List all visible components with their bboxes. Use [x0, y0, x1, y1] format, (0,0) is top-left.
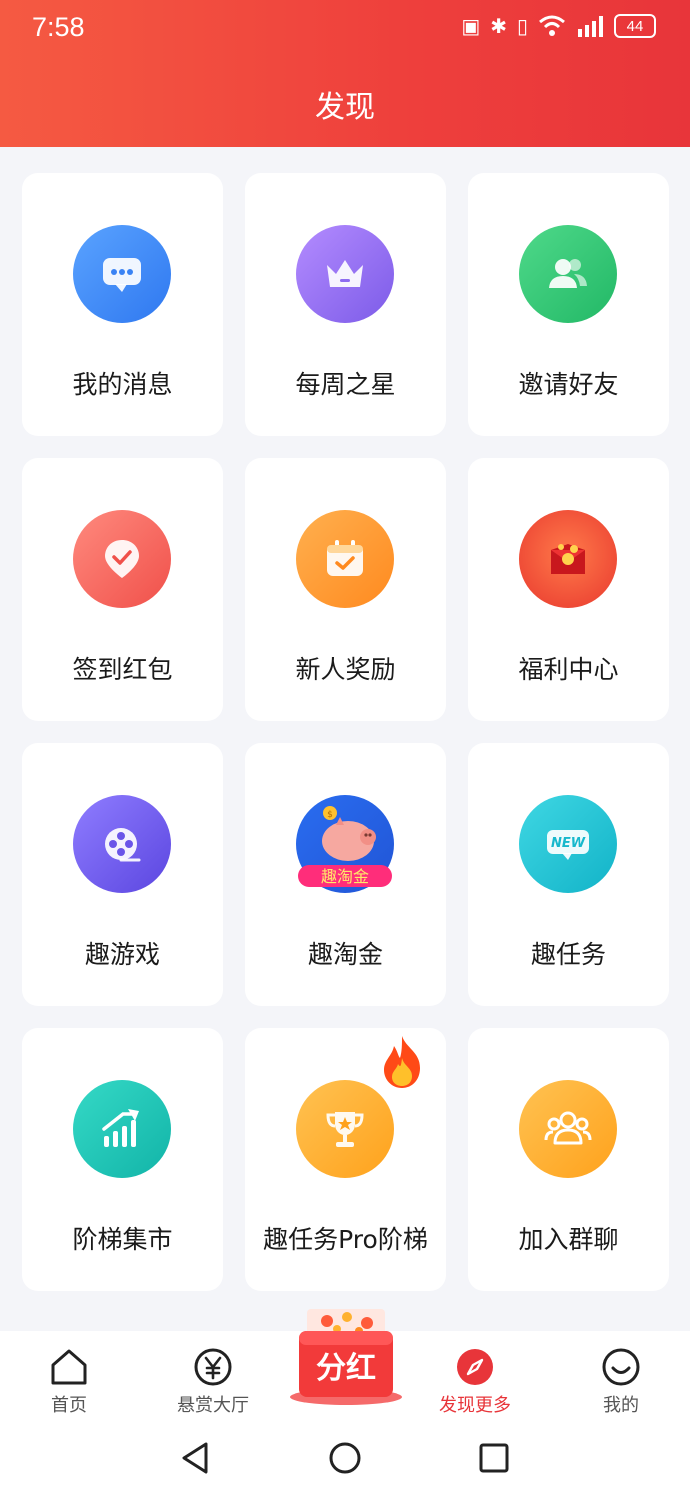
grid-item-newbie-reward[interactable]: 新人奖励 [245, 458, 446, 721]
tab-label: 发现更多 [439, 1395, 511, 1416]
feature-grid: 我的消息 每周之星 邀请好友 签到红包 新人奖励 福利中心 趣游戏 $ 趣淘金 … [22, 173, 669, 1291]
yen-icon [194, 1348, 232, 1386]
status-time: 7:58 [32, 12, 85, 42]
grid-item-label: 新人奖励 [295, 655, 396, 684]
dividend-button[interactable]: 分红 [289, 1305, 403, 1409]
red-envelope-icon [519, 510, 617, 608]
home-circle-icon[interactable] [325, 1438, 365, 1478]
crown-icon [296, 225, 394, 323]
grid-item-gold-digging[interactable]: $ 趣淘金 趣淘金 [245, 743, 446, 1006]
grid-item-label: 福利中心 [518, 655, 619, 684]
grid-item-welfare-center[interactable]: 福利中心 [468, 458, 669, 721]
grid-item-label: 我的消息 [72, 370, 173, 399]
system-navigation-bar [0, 1426, 690, 1486]
grid-item-label: 阶梯集市 [72, 1225, 173, 1254]
vibrate-icon: ▯ [516, 14, 528, 38]
grid-item-ladder-market[interactable]: 阶梯集市 [22, 1028, 223, 1291]
compass-icon [457, 1349, 493, 1385]
users-icon [519, 225, 617, 323]
status-bar: 7:58 ▣ ✱ ▯ 44 [0, 0, 690, 58]
grid-item-label: 每周之星 [295, 370, 396, 399]
bluetooth-icon: ✱ [490, 14, 507, 38]
grid-item-invite[interactable]: 邀请好友 [468, 173, 669, 436]
home-icon [51, 1349, 87, 1385]
grid-item-checkin[interactable]: 签到红包 [22, 458, 223, 721]
new-badge-icon: NEW [519, 795, 617, 893]
back-icon[interactable] [176, 1438, 216, 1478]
grid-item-fun-games[interactable]: 趣游戏 [22, 743, 223, 1006]
tab-label: 我的 [603, 1395, 639, 1416]
status-icons: ▣ ✱ ▯ 44 [461, 14, 656, 38]
grid-item-messages[interactable]: 我的消息 [22, 173, 223, 436]
page-title: 发现 [315, 90, 375, 125]
checkin-icon [73, 510, 171, 608]
grid-item-fun-tasks[interactable]: NEW 趣任务 [468, 743, 669, 1006]
growth-chart-icon [73, 1080, 171, 1178]
grid-item-label: 邀请好友 [518, 370, 619, 399]
tab-bounty-hall[interactable]: 悬赏大厅 [144, 1331, 282, 1426]
grid-item-join-group[interactable]: 加入群聊 [468, 1028, 669, 1291]
calendar-check-icon [296, 510, 394, 608]
smile-icon [602, 1348, 640, 1386]
piggy-bank-icon: $ 趣淘金 [296, 795, 394, 893]
recents-icon[interactable] [474, 1438, 514, 1478]
wifi-icon [539, 15, 565, 36]
chat-icon [73, 225, 171, 323]
tab-label: 首页 [51, 1395, 87, 1416]
piggy-badge-text: 趣淘金 [321, 867, 369, 886]
group-icon [519, 1080, 617, 1178]
signal-icon [578, 16, 603, 37]
new-badge-text: NEW [551, 836, 586, 851]
nfc-icon: ▣ [461, 14, 481, 38]
trophy-icon [296, 1080, 394, 1178]
grid-item-label: 趣游戏 [84, 940, 160, 969]
tab-label: 悬赏大厅 [177, 1395, 249, 1416]
grid-item-label: 趣淘金 [307, 940, 383, 969]
grid-item-label: 签到红包 [72, 655, 173, 684]
grid-item-weekly-star[interactable]: 每周之星 [245, 173, 446, 436]
grid-item-label: 趣任务 [530, 940, 606, 969]
grid-item-label: 趣任务Pro阶梯 [263, 1225, 428, 1254]
header: 7:58 ▣ ✱ ▯ 44 发现 [0, 0, 690, 147]
tab-home[interactable]: 首页 [0, 1331, 138, 1426]
tab-discover-more[interactable]: 发现更多 [406, 1331, 544, 1426]
grid-item-tasks-pro-ladder[interactable]: 趣任务Pro阶梯 [245, 1028, 446, 1291]
battery-indicator: 44 [614, 14, 656, 38]
film-reel-icon [73, 795, 171, 893]
svg-text:$: $ [327, 810, 333, 820]
fire-icon [384, 1036, 420, 1088]
grid-item-label: 加入群聊 [518, 1225, 619, 1254]
dividend-label: 分红 [316, 1351, 376, 1386]
tab-mine[interactable]: 我的 [552, 1331, 690, 1426]
